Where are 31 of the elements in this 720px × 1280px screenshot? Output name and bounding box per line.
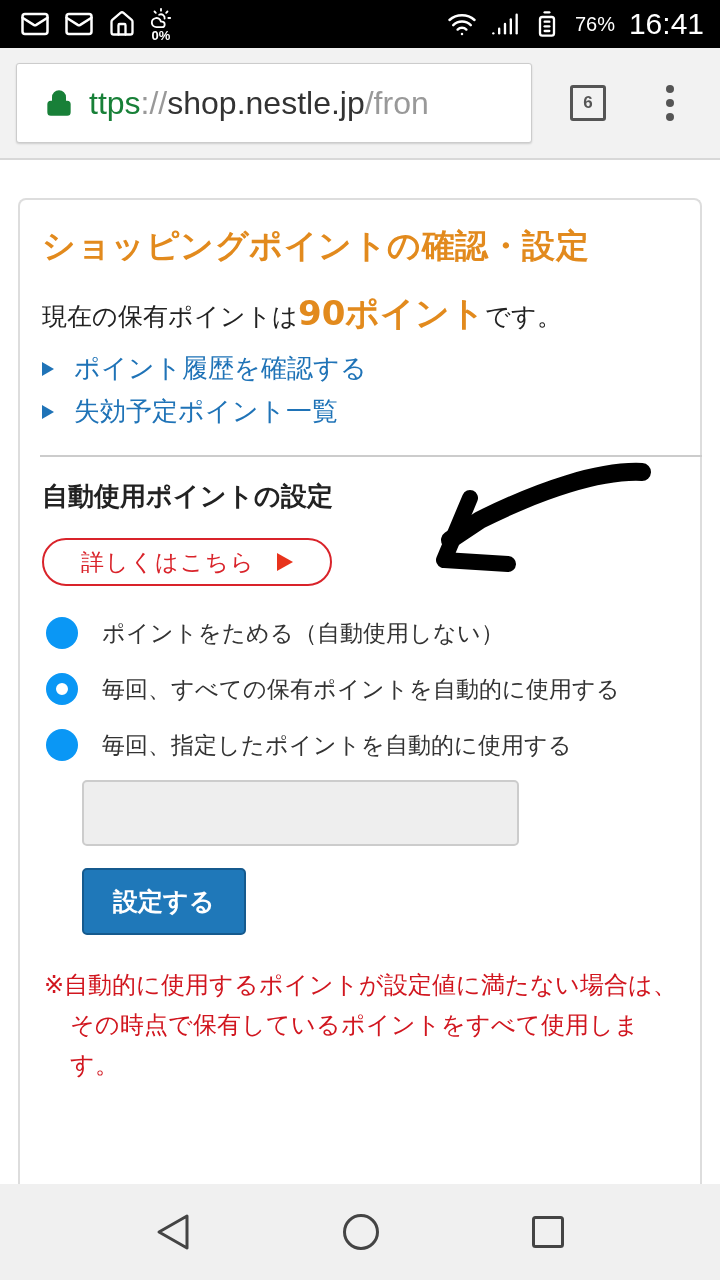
- url-text: ttps://shop.nestle.jp/fron: [89, 84, 429, 122]
- link[interactable]: ポイント履歴を確認する: [74, 351, 367, 386]
- link[interactable]: 失効予定ポイント一覧: [74, 394, 338, 429]
- clock: 16:41: [628, 7, 704, 41]
- triangle-icon: [277, 553, 293, 571]
- points-input-field[interactable]: [82, 780, 519, 846]
- weather-reading: 0%: [151, 28, 171, 42]
- triangle-icon: [42, 404, 54, 419]
- option-label: 毎回、指定したポイントを自動的に使用する: [102, 731, 573, 760]
- weather-icon: [150, 6, 172, 29]
- radio-button[interactable]: [46, 729, 78, 761]
- recents-icon[interactable]: [532, 1216, 564, 1248]
- details-button[interactable]: 詳しくはこちら: [42, 538, 332, 586]
- home-icon[interactable]: [342, 1213, 380, 1251]
- menu-icon[interactable]: [666, 85, 674, 121]
- battery-percent: 76%: [574, 12, 615, 36]
- option-label: ポイントをためる（自動使用しない）: [102, 619, 505, 648]
- section-title: 自動使用ポイントの設定: [42, 480, 334, 513]
- card-title: ショッピングポイントの確認・設定: [42, 225, 590, 267]
- points-text: 現在の保有ポイントは90ポイントです。: [42, 292, 564, 335]
- back-icon[interactable]: [156, 1213, 190, 1251]
- radio-button[interactable]: [46, 673, 78, 705]
- lock-icon: [45, 89, 73, 117]
- note-text: ※自動的に使用するポイントが設定値に満たない場合は、その時点で保有しているポイントをすべて使用します。: [43, 970, 679, 1081]
- radio-button[interactable]: [46, 617, 78, 649]
- option-label: 毎回、すべての保有ポイントを自動的に使用する: [102, 675, 621, 704]
- house-icon: [108, 10, 136, 38]
- address-bar[interactable]: ttps://shop.nestle.jp/fron: [16, 63, 532, 143]
- triangle-icon: [42, 361, 54, 376]
- submit-button[interactable]: 設定する: [82, 868, 246, 935]
- tab-count-button[interactable]: 6: [570, 85, 606, 121]
